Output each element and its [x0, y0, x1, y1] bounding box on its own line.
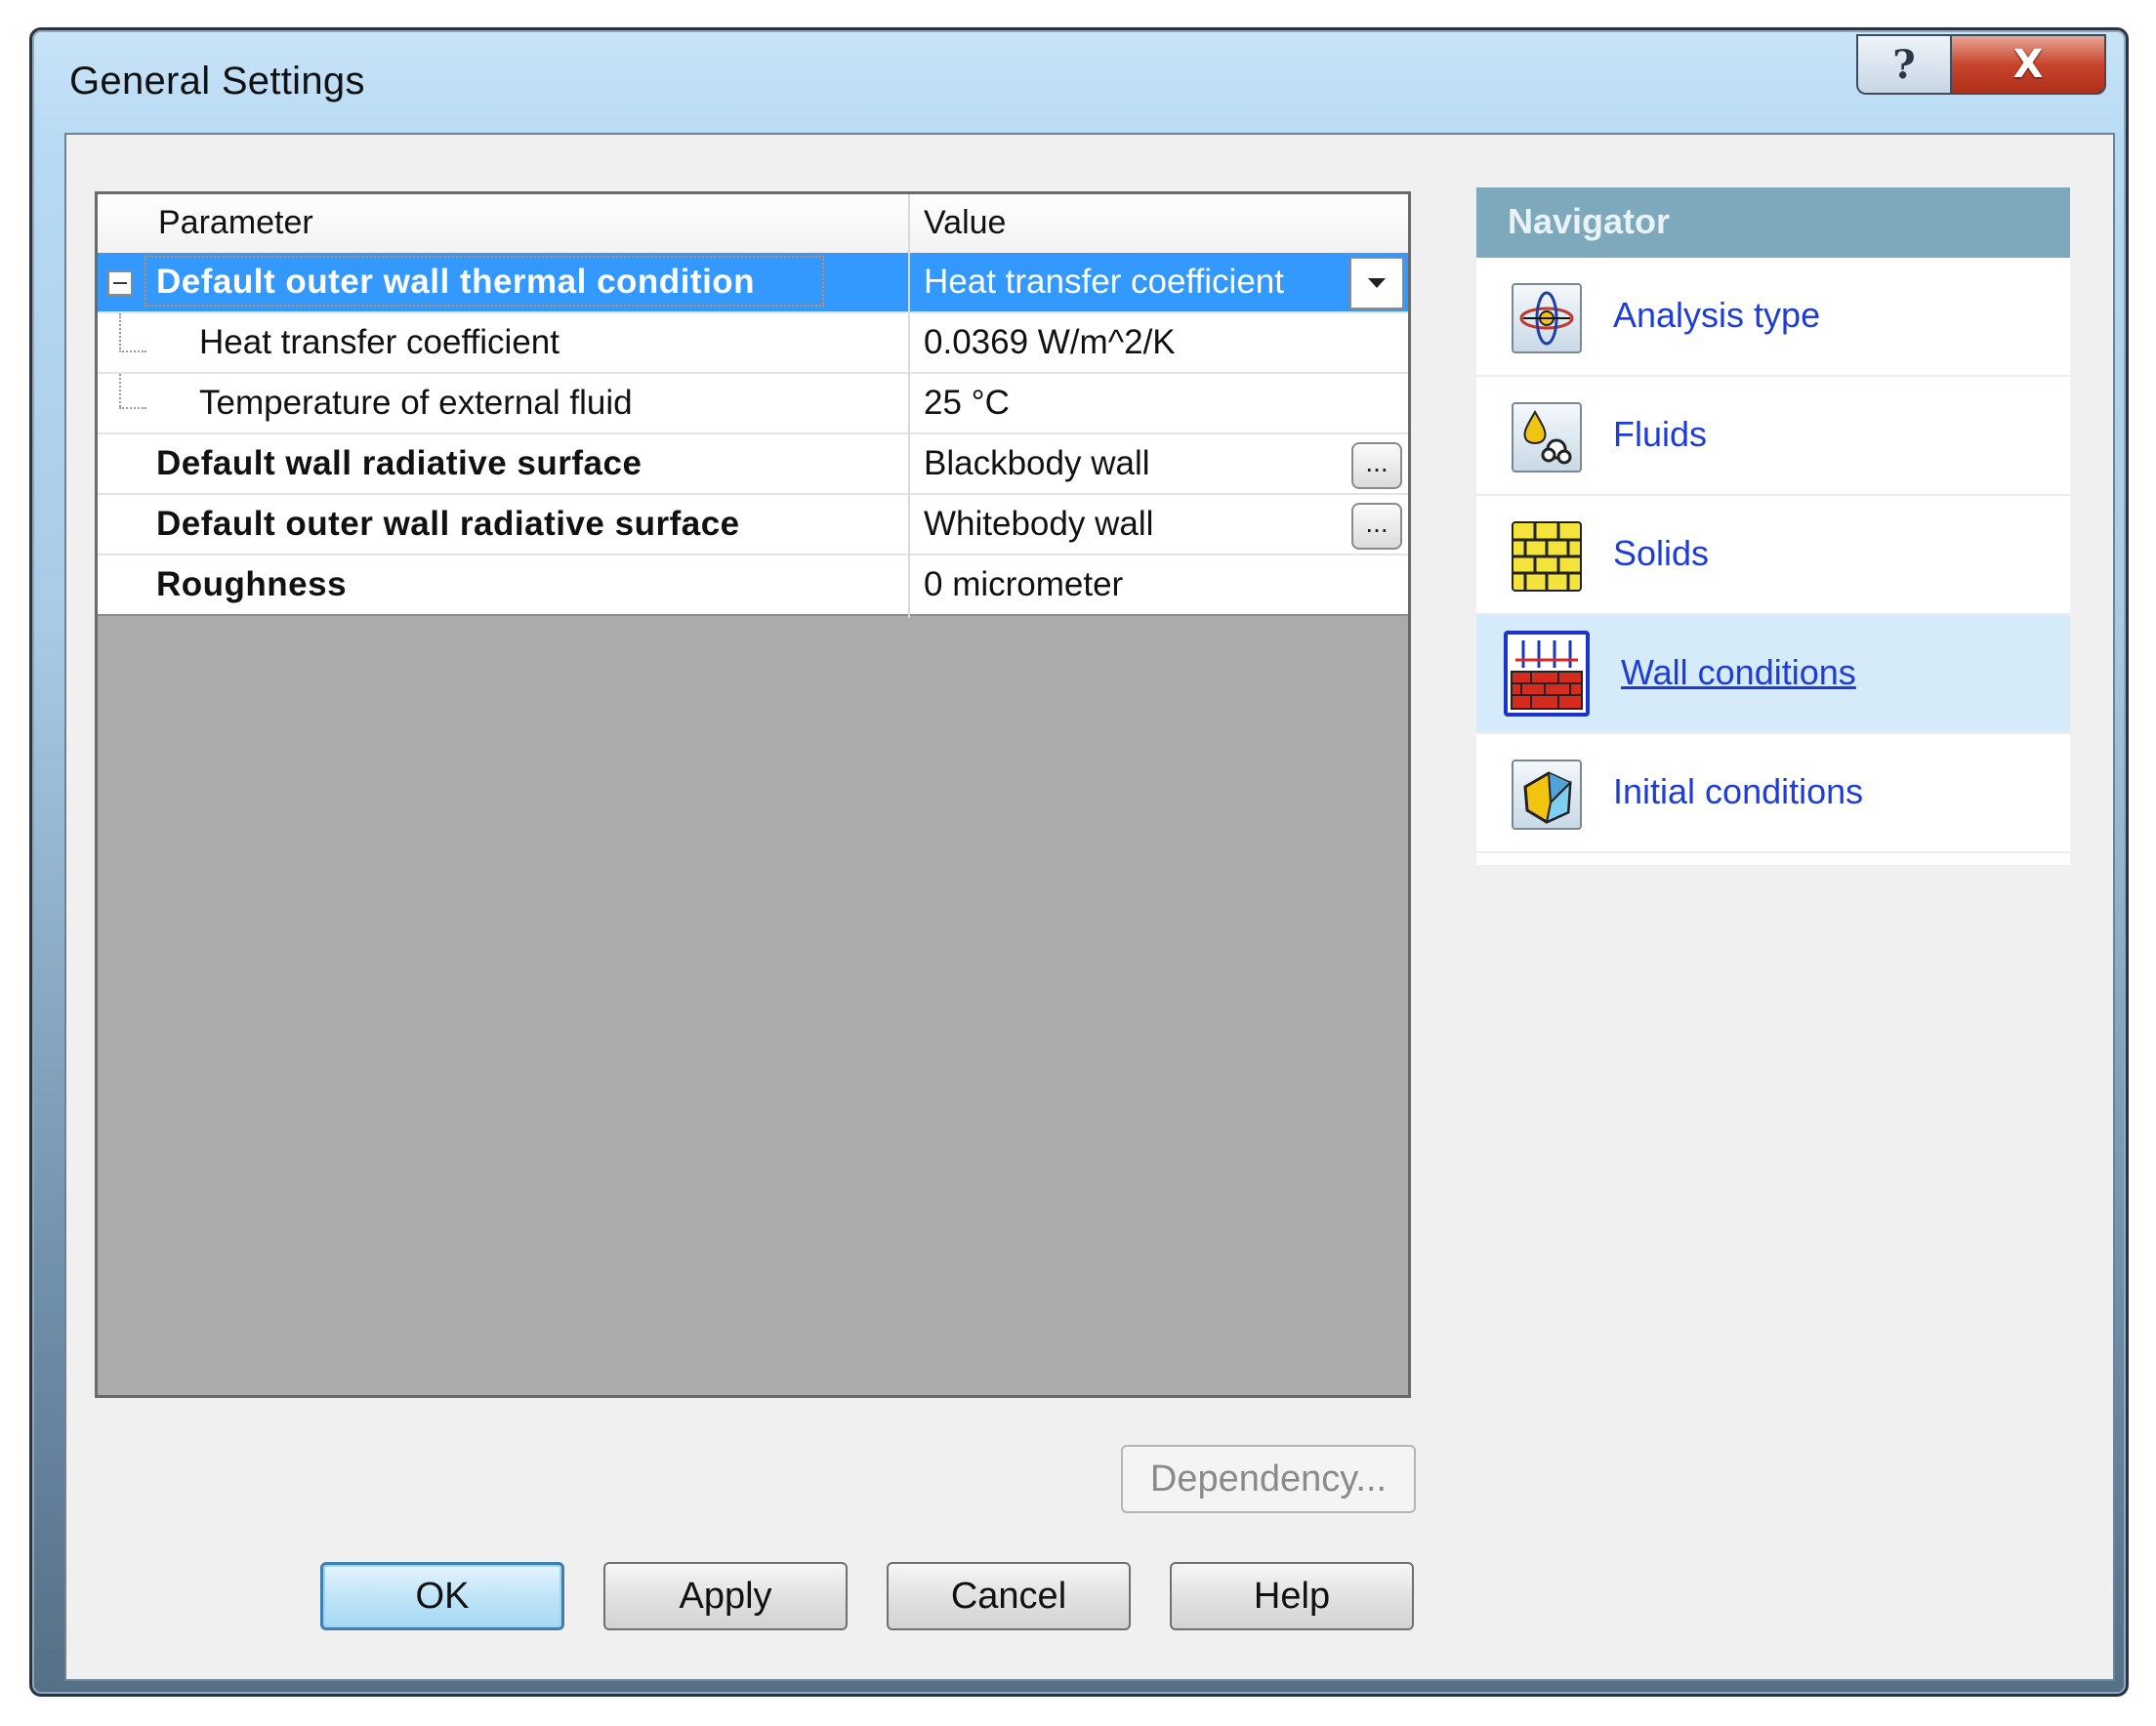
nav-item-initial-conditions[interactable]: Initial conditions: [1476, 734, 2070, 853]
ok-button[interactable]: OK: [320, 1562, 564, 1630]
browse-button[interactable]: ...: [1351, 503, 1402, 550]
grid-row-outer-wall-thermal-condition[interactable]: Default outer wall thermal condition Hea…: [98, 253, 1408, 313]
browse-button[interactable]: ...: [1351, 442, 1402, 489]
wall-conditions-icon: [1504, 631, 1590, 717]
window-title: General Settings: [69, 60, 365, 103]
nav-item-label: Analysis type: [1613, 295, 1821, 335]
collapse-icon[interactable]: [107, 270, 133, 296]
parameter-value[interactable]: 0.0369 W/m^2/K: [924, 323, 1176, 362]
apply-button[interactable]: Apply: [603, 1562, 848, 1630]
title-help-button[interactable]: ?: [1856, 34, 1952, 95]
grid-header: Parameter Value: [98, 194, 1408, 254]
grid-row-wall-radiative-surface[interactable]: Default wall radiative surface Blackbody…: [98, 434, 1408, 495]
column-divider[interactable]: [908, 194, 910, 618]
nav-item-label: Wall conditions: [1621, 652, 1856, 692]
grid-row-outer-wall-radiative-surface[interactable]: Default outer wall radiative surface Whi…: [98, 495, 1408, 555]
nav-item-label: Solids: [1613, 533, 1710, 573]
column-header-value[interactable]: Value: [924, 204, 1006, 242]
tree-connector: [119, 350, 146, 352]
dropdown-arrow-icon[interactable]: [1349, 257, 1404, 309]
title-close-button[interactable]: X: [1950, 34, 2106, 95]
parameter-label: Heat transfer coefficient: [199, 323, 560, 361]
cancel-button[interactable]: Cancel: [887, 1562, 1131, 1630]
navigator-title: Navigator: [1476, 187, 2070, 258]
fluids-icon: [1512, 402, 1582, 473]
grid-row-temperature-external-fluid[interactable]: Temperature of external fluid 25 °C: [98, 374, 1408, 434]
close-icon: X: [2012, 42, 2044, 87]
tree-connector: [119, 313, 121, 352]
parameter-value[interactable]: Whitebody wall: [924, 505, 1153, 544]
solids-icon: [1512, 521, 1582, 592]
analysis-type-icon: [1512, 283, 1582, 353]
nav-item-wall-conditions[interactable]: Wall conditions: [1476, 615, 2070, 734]
parameter-label: Default outer wall radiative surface: [156, 505, 740, 543]
help-icon: ?: [1892, 41, 1916, 88]
parameter-value[interactable]: Blackbody wall: [924, 444, 1150, 483]
parameter-label: Roughness: [156, 565, 348, 603]
grid-row-roughness[interactable]: Roughness 0 micrometer: [98, 555, 1408, 616]
nav-item-solids[interactable]: Solids: [1476, 496, 2070, 615]
parameter-value[interactable]: 0 micrometer: [924, 565, 1123, 604]
column-header-parameter[interactable]: Parameter: [158, 204, 313, 242]
help-button[interactable]: Help: [1170, 1562, 1414, 1630]
dependency-button[interactable]: Dependency...: [1121, 1445, 1416, 1513]
tree-connector: [119, 407, 146, 409]
nav-item-label: Initial conditions: [1613, 771, 1864, 811]
parameter-value[interactable]: 25 °C: [924, 384, 1010, 423]
nav-item-analysis-type[interactable]: Analysis type: [1476, 258, 2070, 377]
nav-item-label: Fluids: [1613, 414, 1708, 454]
nav-item-fluids[interactable]: Fluids: [1476, 377, 2070, 496]
parameter-label: Temperature of external fluid: [199, 384, 633, 422]
tree-connector: [119, 374, 121, 407]
initial-conditions-icon: [1512, 760, 1582, 830]
parameter-label: Default outer wall thermal condition: [156, 263, 756, 301]
grid-row-heat-transfer-coefficient[interactable]: Heat transfer coefficient 0.0369 W/m^2/K: [98, 313, 1408, 374]
parameter-label: Default wall radiative surface: [156, 444, 643, 482]
navigator-panel: Navigator Analysis type Fluids Solids Wa…: [1476, 187, 2070, 865]
parameter-grid: Parameter Value Default outer wall therm…: [95, 191, 1411, 1398]
parameter-value[interactable]: Heat transfer coefficient: [924, 263, 1284, 302]
